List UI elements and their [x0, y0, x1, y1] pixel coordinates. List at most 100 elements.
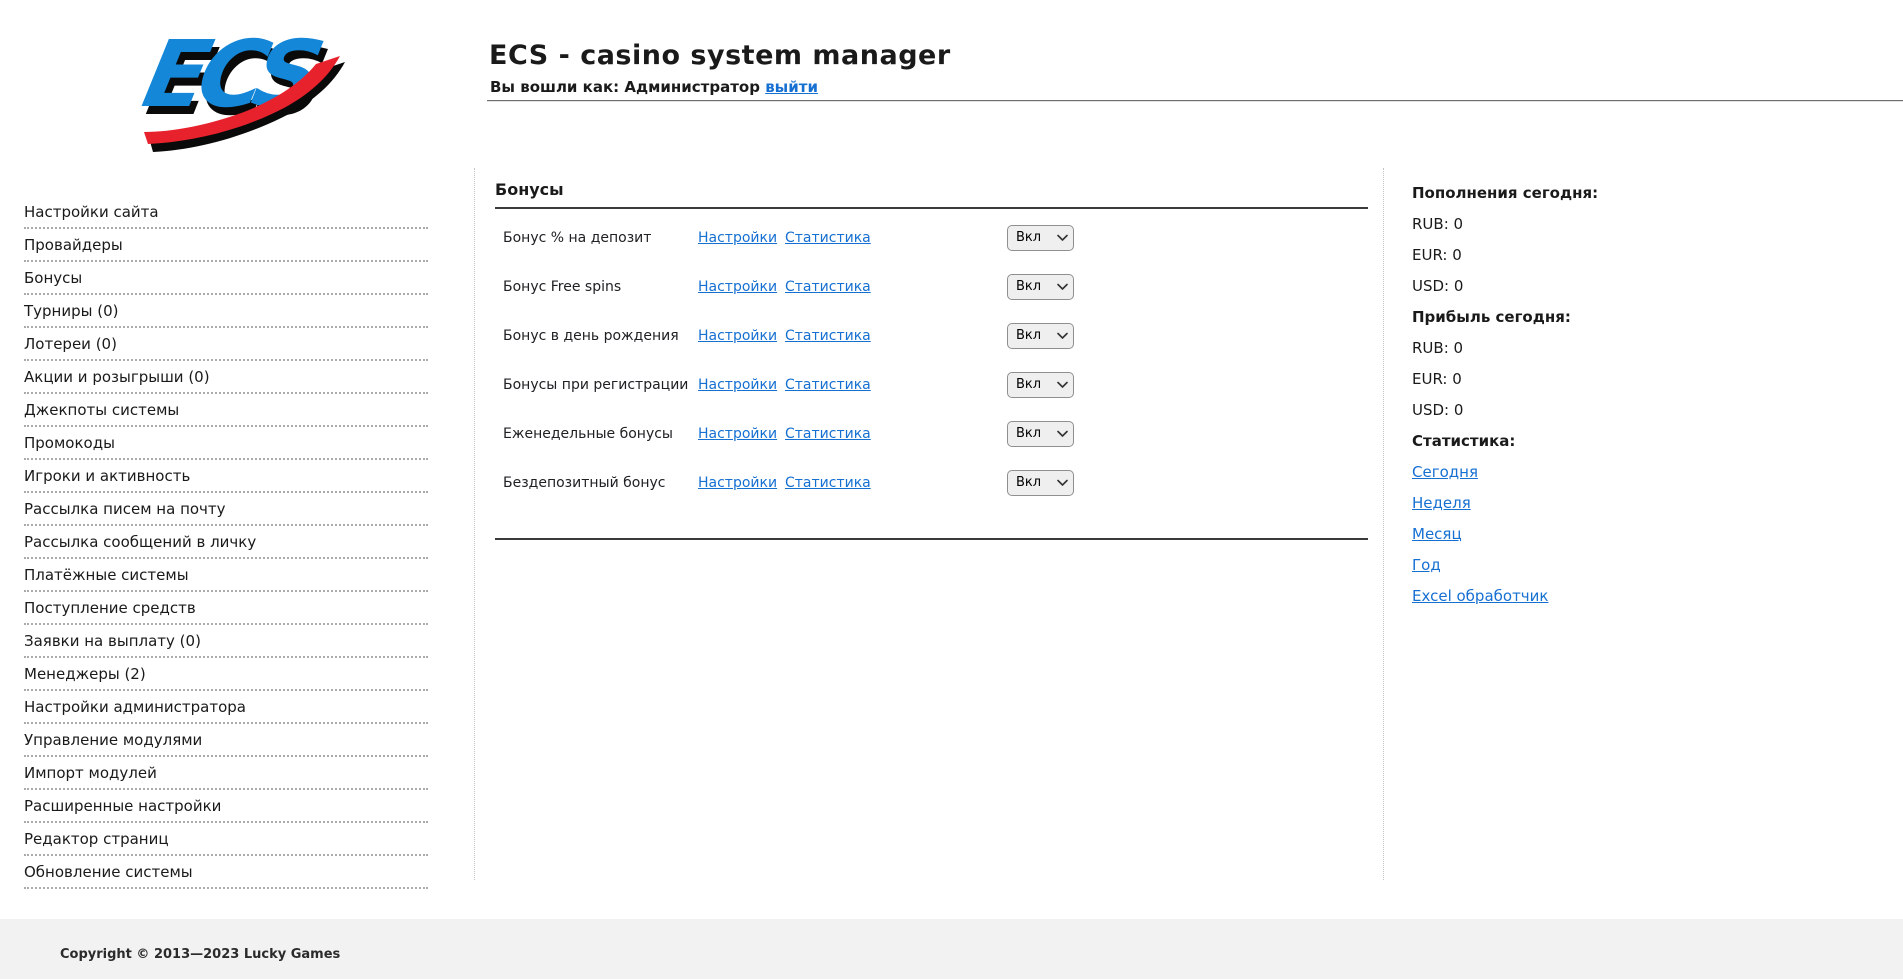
bonuses-top-divider	[495, 207, 1368, 209]
sidebar-item-8[interactable]: Игроки и активность	[24, 460, 428, 493]
sidebar-item-label: Промокоды	[24, 434, 115, 452]
statistics-period-link[interactable]: Год	[1412, 556, 1441, 574]
bonus-settings-link[interactable]: Настройки	[698, 279, 777, 295]
sidebar-item-3[interactable]: Турниры (0)	[24, 295, 428, 328]
sidebar-item-label: Расширенные настройки	[24, 797, 221, 815]
header-divider	[487, 100, 1903, 102]
sidebar-item-19[interactable]: Редактор страниц	[24, 823, 428, 856]
sidebar-item-label: Провайдеры	[24, 236, 123, 254]
bonus-name-label: Бездепозитный бонус	[503, 475, 665, 491]
statistics-link-row: Месяц	[1412, 525, 1712, 556]
summary-section-title: Статистика:	[1412, 432, 1712, 463]
sidebar-item-label: Джекпоты системы	[24, 401, 179, 419]
sidebar-item-label: Турниры (0)	[24, 302, 119, 320]
sidebar-item-9[interactable]: Рассылка писем на почту	[24, 493, 428, 526]
statistics-link-row: Год	[1412, 556, 1712, 587]
sidebar-item-18[interactable]: Расширенные настройки	[24, 790, 428, 823]
bonus-name-label: Бонус Free spins	[503, 279, 621, 295]
bonus-state-select[interactable]: Вкл	[1007, 274, 1074, 300]
logout-link[interactable]: выйти	[765, 78, 818, 96]
bonus-settings-link[interactable]: Настройки	[698, 328, 777, 344]
bonus-statistics-link[interactable]: Статистика	[785, 426, 871, 442]
statistics-period-link[interactable]: Месяц	[1412, 525, 1462, 543]
bonus-name-label: Бонусы при регистрации	[503, 377, 688, 393]
sidebar-item-label: Платёжные системы	[24, 566, 189, 584]
sidebar-item-5[interactable]: Акции и розыгрыши (0)	[24, 361, 428, 394]
bonus-statistics-link[interactable]: Статистика	[785, 475, 871, 491]
sidebar-item-label: Поступление средств	[24, 599, 196, 617]
sidebar-item-6[interactable]: Джекпоты системы	[24, 394, 428, 427]
bonus-state-select[interactable]: Вкл	[1007, 323, 1074, 349]
sidebar-item-2[interactable]: Бонусы	[24, 262, 428, 295]
bonus-state-select-wrap: Вкл	[1007, 470, 1074, 496]
bonus-state-select-wrap: Вкл	[1007, 274, 1074, 300]
sidebar-item-label: Менеджеры (2)	[24, 665, 146, 683]
sidebar-item-label: Настройки сайта	[24, 203, 159, 221]
sidebar-item-label: Обновление системы	[24, 863, 193, 881]
bonus-row: Бонус Free spins Настройки Статистика Вк…	[495, 262, 1368, 311]
sidebar-item-label: Заявки на выплату (0)	[24, 632, 201, 650]
bonus-settings-link[interactable]: Настройки	[698, 475, 777, 491]
sidebar-item-12[interactable]: Поступление средств	[24, 592, 428, 625]
bonus-settings-link[interactable]: Настройки	[698, 426, 777, 442]
bonuses-panel: Бонусы Бонус % на депозит Настройки Стат…	[495, 180, 1368, 580]
sidebar-item-label: Рассылка сообщений в личку	[24, 533, 256, 551]
bonus-row: Бонус в день рождения Настройки Статисти…	[495, 311, 1368, 360]
sidebar-item-10[interactable]: Рассылка сообщений в личку	[24, 526, 428, 559]
bonus-statistics-link[interactable]: Статистика	[785, 377, 871, 393]
bonus-settings-link[interactable]: Настройки	[698, 377, 777, 393]
statistics-period-link[interactable]: Неделя	[1412, 494, 1471, 512]
sidebar-item-16[interactable]: Управление модулями	[24, 724, 428, 757]
summary-section-title: Прибыль сегодня:	[1412, 308, 1712, 339]
bonus-settings-link[interactable]: Настройки	[698, 230, 777, 246]
statistics-period-link[interactable]: Excel обработчик	[1412, 587, 1548, 605]
sidebar-item-1[interactable]: Провайдеры	[24, 229, 428, 262]
sidebar-item-0[interactable]: Настройки сайта	[24, 196, 428, 229]
sidebar-item-17[interactable]: Импорт модулей	[24, 757, 428, 790]
currency-amount-line: USD: 0	[1412, 401, 1712, 432]
bonus-row: Бонус % на депозит Настройки Статистика …	[495, 213, 1368, 262]
sidebar-item-label: Импорт модулей	[24, 764, 157, 782]
summary-panel: Пополнения сегодня: RUB: 0 EUR: 0 USD: 0…	[1412, 184, 1712, 618]
login-user-label: Администратор	[624, 78, 760, 96]
right-content-divider	[1383, 168, 1384, 880]
bonus-state-select[interactable]: Вкл	[1007, 470, 1074, 496]
bonus-statistics-link[interactable]: Статистика	[785, 279, 871, 295]
sidebar-item-label: Управление модулями	[24, 731, 202, 749]
sidebar-item-13[interactable]: Заявки на выплату (0)	[24, 625, 428, 658]
statistics-link-row: Сегодня	[1412, 463, 1712, 494]
login-prefix-label: Вы вошли как:	[490, 78, 619, 96]
sidebar-item-7[interactable]: Промокоды	[24, 427, 428, 460]
sidebar-item-14[interactable]: Менеджеры (2)	[24, 658, 428, 691]
sidebar-item-label: Лотереи (0)	[24, 335, 117, 353]
currency-amount-line: EUR: 0	[1412, 370, 1712, 401]
login-status: Вы вошли как: Администратор выйти	[490, 78, 818, 96]
svg-text:ECS: ECS	[135, 21, 328, 128]
bonus-state-select[interactable]: Вкл	[1007, 372, 1074, 398]
bonus-state-select-wrap: Вкл	[1007, 421, 1074, 447]
summary-section-title: Пополнения сегодня:	[1412, 184, 1712, 215]
sidebar-item-4[interactable]: Лотереи (0)	[24, 328, 428, 361]
bonus-statistics-link[interactable]: Статистика	[785, 328, 871, 344]
bonus-state-select[interactable]: Вкл	[1007, 421, 1074, 447]
ecs-logo-image: ECS ECS	[134, 10, 352, 152]
currency-amount-line: RUB: 0	[1412, 339, 1712, 370]
sidebar-item-label: Редактор страниц	[24, 830, 169, 848]
bonus-name-label: Еженедельные бонусы	[503, 426, 673, 442]
sidebar-item-11[interactable]: Платёжные системы	[24, 559, 428, 592]
sidebar-item-20[interactable]: Обновление системы	[24, 856, 428, 889]
sidebar-item-15[interactable]: Настройки администратора	[24, 691, 428, 724]
sidebar-item-label: Рассылка писем на почту	[24, 500, 226, 518]
statistics-period-link[interactable]: Сегодня	[1412, 463, 1478, 481]
bonus-name-label: Бонус % на депозит	[503, 230, 651, 246]
bonus-row: Еженедельные бонусы Настройки Статистика…	[495, 409, 1368, 458]
bonus-state-select-wrap: Вкл	[1007, 372, 1074, 398]
bonus-state-select[interactable]: Вкл	[1007, 225, 1074, 251]
bonuses-panel-title: Бонусы	[495, 180, 1368, 199]
ecs-logo[interactable]: ECS ECS	[134, 10, 352, 152]
left-content-divider	[474, 168, 475, 880]
bonus-row: Бонусы при регистрации Настройки Статист…	[495, 360, 1368, 409]
bonus-statistics-link[interactable]: Статистика	[785, 230, 871, 246]
bonus-state-select-wrap: Вкл	[1007, 323, 1074, 349]
statistics-link-row: Неделя	[1412, 494, 1712, 525]
